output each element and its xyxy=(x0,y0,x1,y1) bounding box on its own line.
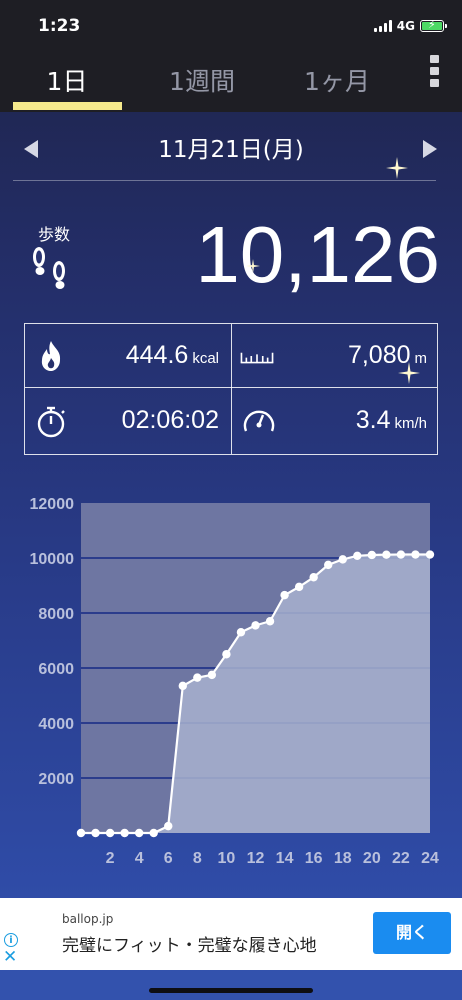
chart-y-tick-label: 4000 xyxy=(38,716,74,733)
chart-data-point xyxy=(207,670,217,680)
calories-value: 444.6 xyxy=(125,341,189,369)
chart-data-point xyxy=(178,681,187,691)
status-bar: 1:23 4G ⚡ xyxy=(0,0,462,52)
chart-data-point xyxy=(411,550,420,559)
stopwatch-icon xyxy=(33,404,69,440)
chart-x-tick-label: 18 xyxy=(334,850,352,867)
chart-data-point xyxy=(149,828,158,838)
stats-grid: 444.6 kcal 7,080 m 02:06:02 3.4 km/h xyxy=(24,323,438,455)
ad-banner[interactable]: i ✕ ballop.jp 完璧にフィット・完璧な履き心地 開く xyxy=(0,898,462,970)
steps-label: 歩数 xyxy=(38,225,71,244)
chart-x-tick-label: 20 xyxy=(363,850,381,867)
chart-data-point xyxy=(222,650,231,659)
date-divider xyxy=(13,180,436,181)
flame-icon xyxy=(33,338,69,374)
tab-week[interactable]: 1週間 xyxy=(143,60,261,104)
sparkle-icon xyxy=(398,362,420,384)
chart-x-tick-label: 24 xyxy=(421,850,439,867)
signal-icon xyxy=(373,20,392,32)
chart-y-tick-label: 6000 xyxy=(38,661,74,678)
battery-icon: ⚡ xyxy=(420,18,447,32)
chart-y-tick-label: 10000 xyxy=(30,551,75,568)
chart-x-tick-label: 8 xyxy=(193,850,202,867)
chart-data-point xyxy=(193,673,202,682)
calories-stat: 444.6 kcal xyxy=(126,341,219,370)
chart-data-point xyxy=(76,828,86,838)
chart-x-tick-label: 6 xyxy=(164,850,173,867)
chart-data-point xyxy=(120,828,129,838)
chart-data-point xyxy=(164,821,173,831)
next-day-button[interactable] xyxy=(415,134,445,164)
speed-value: 3.4 xyxy=(355,406,391,434)
chart-data-point xyxy=(294,582,304,592)
home-bar-area xyxy=(0,970,462,1000)
speed-unit: km/h xyxy=(394,415,427,432)
chart-x-tick-label: 10 xyxy=(218,850,236,867)
status-time: 1:23 xyxy=(38,16,81,36)
hourly-steps-chart: 2000 4000 6000 8000 10000 12000 2 4 6 8 10 12 14 16 18… xyxy=(0,480,462,880)
sparkle-icon xyxy=(246,258,260,273)
chart-y-tick-label: 12000 xyxy=(30,496,75,513)
ad-domain: ballop.jp xyxy=(62,912,114,926)
chart-data-point xyxy=(265,617,275,626)
chart-data-point xyxy=(236,628,246,637)
chart-data-point xyxy=(338,555,347,564)
tab-day[interactable]: 1日 xyxy=(8,60,126,104)
chart-data-point xyxy=(134,828,144,838)
active-tab-indicator xyxy=(13,102,122,110)
chart-data-point xyxy=(309,573,318,582)
home-indicator[interactable] xyxy=(149,988,313,993)
chart-data-point xyxy=(367,550,377,560)
chart-data-point xyxy=(382,550,391,559)
chart-data-point xyxy=(251,621,260,630)
chart-x-tick-label: 2 xyxy=(106,850,115,867)
chart-data-point xyxy=(91,828,100,838)
ad-info-icon[interactable]: i xyxy=(4,933,18,947)
speed-stat: 3.4 km/h xyxy=(356,406,427,435)
ad-headline: 完璧にフィット・完璧な履き心地 xyxy=(62,936,317,956)
tab-month[interactable]: 1ヶ月 xyxy=(278,60,396,104)
chart-x-tick-label: 12 xyxy=(247,850,265,867)
chart-data-point xyxy=(105,828,115,838)
network-type: 4G xyxy=(396,19,415,33)
speedometer-icon xyxy=(241,404,277,440)
chart-x-tick-label: 16 xyxy=(305,850,323,867)
ad-open-button[interactable]: 開く xyxy=(373,912,451,954)
chart-data-point xyxy=(280,590,289,600)
chart-data-point xyxy=(396,550,406,559)
menu-button[interactable] xyxy=(425,52,443,90)
chart-x-tick-label: 14 xyxy=(276,850,294,867)
chart-data-point xyxy=(324,560,333,570)
footprints-icon xyxy=(27,245,75,295)
duration-value: 02:06:02 xyxy=(121,406,219,434)
calories-unit: kcal xyxy=(192,350,219,367)
ruler-icon xyxy=(239,338,283,374)
duration-stat: 02:06:02 xyxy=(122,406,219,435)
chart-y-tick-label: 8000 xyxy=(38,606,74,623)
steps-count: 10,126 xyxy=(195,210,440,299)
chart-x-tick-label: 22 xyxy=(392,850,410,867)
chevron-right-icon xyxy=(423,140,437,158)
ad-close-icon[interactable]: ✕ xyxy=(3,947,17,967)
chart-data-point xyxy=(353,551,362,560)
chart-x-tick-label: 4 xyxy=(135,850,144,867)
chart-y-tick-label: 2000 xyxy=(38,771,74,788)
sparkle-icon xyxy=(386,157,408,179)
chart-data-point xyxy=(425,550,435,559)
